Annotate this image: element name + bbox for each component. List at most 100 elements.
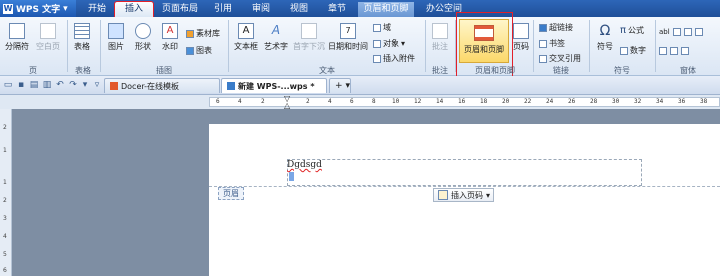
field-icon xyxy=(373,23,381,32)
shapes-icon xyxy=(135,23,151,39)
date-time-button[interactable]: 7 日期和时间 xyxy=(328,23,368,63)
header-tag: 页眉 xyxy=(218,187,244,200)
chart-button[interactable]: 图表 xyxy=(186,45,212,56)
print-icon[interactable]: ▤ xyxy=(29,80,39,90)
bookmark-button[interactable]: 书签 xyxy=(539,38,565,49)
separator xyxy=(533,20,534,72)
text-box-icon: A xyxy=(238,23,254,39)
properties-icon[interactable] xyxy=(683,26,692,37)
blank-page-icon xyxy=(40,23,56,39)
tab-page-layout[interactable]: 页面布局 xyxy=(158,2,202,17)
header-area[interactable] xyxy=(287,159,642,186)
blank-page-button[interactable]: 空白页 xyxy=(34,23,62,63)
chevron-down-icon: ▾ xyxy=(63,3,68,14)
open-folder-icon[interactable]: ▭ xyxy=(3,80,13,90)
chevron-down-icon: ▾ xyxy=(401,39,406,48)
text-field-icon[interactable]: abl xyxy=(659,26,670,37)
watermark-button[interactable]: A 水印 xyxy=(158,23,182,63)
header-boundary xyxy=(209,186,720,187)
comment-button[interactable]: 批注 xyxy=(428,23,452,63)
page-number-icon xyxy=(513,23,529,39)
print-preview-icon[interactable]: ▥ xyxy=(42,80,52,90)
symbol-button[interactable]: Ω 符号 xyxy=(594,23,616,63)
wps-doc-icon xyxy=(227,82,235,90)
picture-button[interactable]: 图片 xyxy=(104,23,128,63)
tab-review[interactable]: 审阅 xyxy=(244,2,278,17)
indent-marker-icon[interactable]: ▽ △ xyxy=(284,95,290,110)
button-icon[interactable] xyxy=(670,45,678,56)
material-library-icon xyxy=(186,29,194,38)
illustration-group-label: 插图 xyxy=(156,66,172,75)
hyperlink-icon xyxy=(539,23,547,32)
number-icon xyxy=(620,46,628,55)
tab-header-footer[interactable]: 页眉和页脚 xyxy=(358,2,414,17)
vertical-ruler[interactable]: 2 1 1 2 3 4 5 6 xyxy=(0,109,12,276)
checkbox-icon[interactable] xyxy=(672,26,681,37)
shapes-button[interactable]: 形状 xyxy=(131,23,155,63)
tab-view[interactable]: 视图 xyxy=(282,2,316,17)
design-icon[interactable] xyxy=(681,45,689,56)
page-number-button[interactable]: 页码 xyxy=(512,23,530,63)
chart-icon xyxy=(186,46,194,55)
drop-cap-button[interactable]: 首字下沉 xyxy=(292,23,326,63)
page-group-label: 页 xyxy=(29,66,37,75)
tab-new-document[interactable]: 新建 WPS-...wps * xyxy=(221,78,327,93)
table-group-label: 表格 xyxy=(75,66,91,75)
widget-group-label: 窗体 xyxy=(680,66,696,75)
separator xyxy=(228,20,229,72)
chevron-down-icon[interactable]: ▾ xyxy=(80,80,90,90)
wps-logo-icon: W xyxy=(3,3,13,14)
text-box-button[interactable]: A 文本框 xyxy=(232,23,260,63)
formula-button[interactable]: π 公式 xyxy=(620,25,644,36)
tab-references[interactable]: 引用 xyxy=(206,2,240,17)
tab-docer-templates[interactable]: Docer-在线模板 xyxy=(104,78,220,93)
page-break-button[interactable]: 分隔符 xyxy=(3,23,31,63)
drop-cap-icon xyxy=(301,23,317,39)
text-cursor xyxy=(289,172,294,181)
calendar-icon: 7 xyxy=(340,23,356,39)
word-art-icon: A xyxy=(271,23,281,37)
new-tab-button[interactable]: + ▾ xyxy=(329,78,351,93)
word-art-button[interactable]: A 艺术字 xyxy=(262,23,290,63)
page-break-icon xyxy=(9,23,25,39)
pi-icon: π xyxy=(620,25,627,36)
field-button[interactable]: 域 xyxy=(373,22,391,33)
symbol-group-label: 符号 xyxy=(614,66,630,75)
form-controls-row-1: abl xyxy=(659,26,717,36)
tab-insert[interactable]: 插入 xyxy=(114,1,154,18)
table-icon xyxy=(74,23,90,39)
redo-icon[interactable]: ↷ xyxy=(68,80,78,90)
cross-reference-button[interactable]: 交叉引用 xyxy=(539,53,581,64)
watermark-icon: A xyxy=(162,23,178,39)
cross-reference-icon xyxy=(539,54,547,63)
page-number-icon xyxy=(438,190,448,200)
insert-page-number-button[interactable]: 插入页码 ▾ xyxy=(433,188,494,202)
undo-icon[interactable]: ↶ xyxy=(55,80,65,90)
app-menu-button[interactable]: W WPS 文字 ▾ xyxy=(0,0,76,17)
save-icon[interactable]: ▪ xyxy=(16,80,26,90)
list-icon[interactable] xyxy=(659,45,667,56)
tab-chapter[interactable]: 章节 xyxy=(320,2,354,17)
separator xyxy=(100,20,101,72)
app-name: WPS 文字 xyxy=(16,5,61,15)
plus-icon: + xyxy=(335,81,343,91)
header-footer-group-label: 页眉和页脚 xyxy=(475,66,515,75)
hyperlink-button[interactable]: 超链接 xyxy=(539,22,573,33)
bookmark-icon xyxy=(539,39,547,48)
material-library-button[interactable]: 素材库 xyxy=(186,28,220,39)
number-button[interactable]: 数字 xyxy=(620,45,646,56)
docer-icon xyxy=(110,82,118,90)
link-group-label: 链接 xyxy=(553,66,569,75)
tab-start[interactable]: 开始 xyxy=(82,2,112,17)
dropdown-icon[interactable] xyxy=(694,26,703,37)
header-text[interactable]: Dgdsgd xyxy=(287,160,322,170)
customize-icon[interactable]: ▿ xyxy=(92,80,102,90)
picture-icon xyxy=(108,23,124,39)
insert-attachment-button[interactable]: 插入附件 xyxy=(373,53,415,64)
comment-group-label: 批注 xyxy=(432,66,448,75)
chevron-down-icon: ▾ xyxy=(345,81,351,91)
table-button[interactable]: 表格 xyxy=(70,23,94,63)
object-button[interactable]: 对象 ▾ xyxy=(373,38,405,49)
comment-icon xyxy=(432,23,448,39)
form-controls-row-2 xyxy=(659,45,717,55)
